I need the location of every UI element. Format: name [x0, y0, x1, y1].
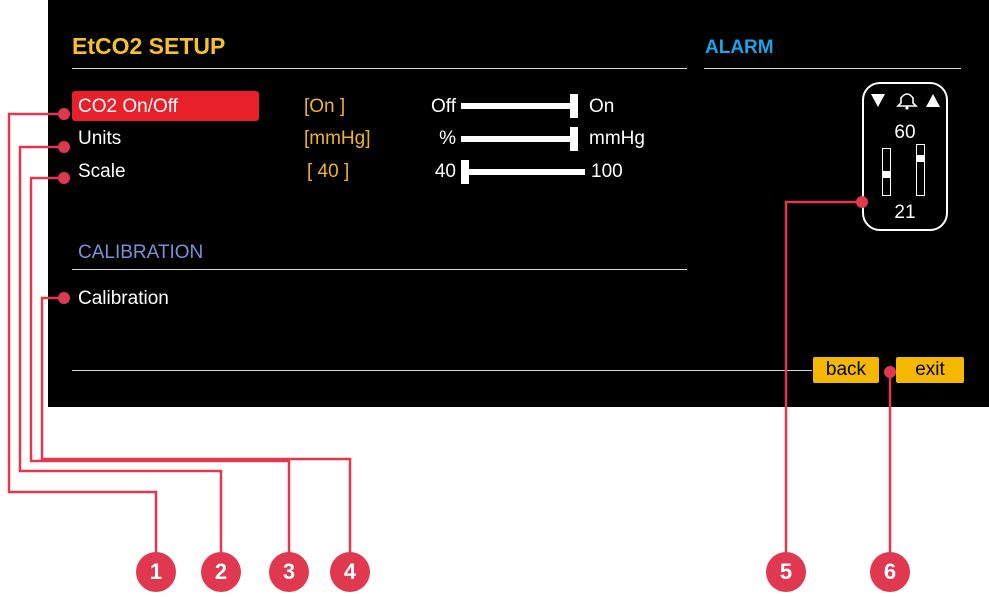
callout-1: 1	[136, 552, 176, 592]
callout-5: 5	[766, 552, 806, 592]
callout-4: 4	[330, 552, 370, 592]
callout-2: 2	[201, 552, 241, 592]
callout-3: 3	[269, 552, 309, 592]
callout-6: 6	[870, 552, 910, 592]
callout-leaders	[7, 108, 896, 555]
